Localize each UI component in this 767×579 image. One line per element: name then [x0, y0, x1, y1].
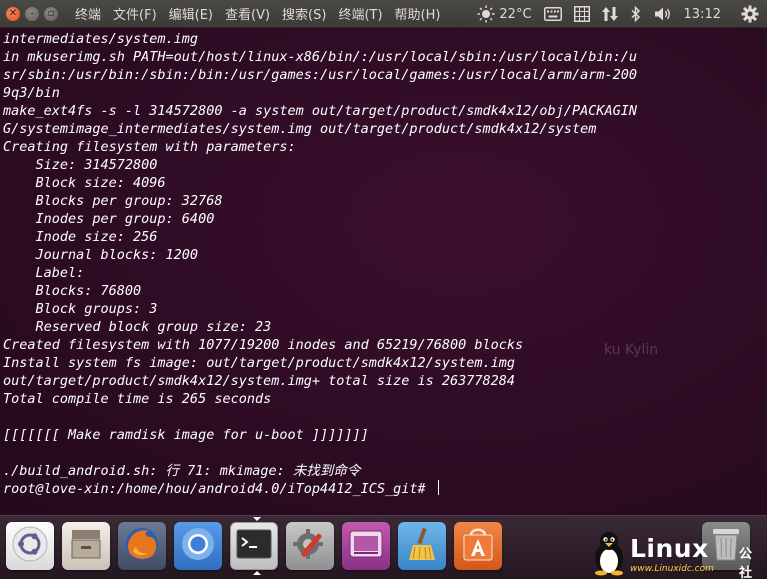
penguin-icon	[592, 530, 626, 579]
terminal-line: Journal blocks: 1200	[3, 247, 199, 263]
terminal-line: intermediates/system.img	[3, 31, 199, 47]
terminal-line: Block groups: 3	[3, 301, 158, 317]
indicator-area: 22°C 13:12	[477, 0, 767, 28]
logo-url: www.Linuxidc.com	[630, 564, 714, 574]
gear-icon	[741, 5, 759, 23]
network-indicator[interactable]	[601, 6, 618, 22]
bluetooth-icon	[630, 6, 642, 22]
terminal-line: Total compile time is 265 seconds	[3, 391, 272, 407]
terminal-line: Blocks: 76800	[3, 283, 142, 299]
logo-word: Linux	[630, 534, 709, 563]
grid-icon	[573, 6, 590, 22]
sun-icon	[477, 5, 495, 23]
terminal-line: Size: 314572800	[3, 157, 158, 173]
desktop-screen: ✕ – ▫ 终端 文件(F) 编辑(E) 查看(V) 搜索(S) 终端(T) 帮…	[0, 0, 767, 579]
background-watermark: ku Kylin	[604, 342, 659, 358]
menu-view[interactable]: 查看(V)	[225, 4, 270, 23]
logo-chinese: 公社	[739, 547, 753, 579]
terminal-line: G/systemimage_intermediates/system.img o…	[3, 121, 597, 137]
calendar-indicator[interactable]	[573, 6, 590, 22]
terminal-line: in mkuserimg.sh PATH=out/host/linux-x86/…	[3, 49, 637, 65]
files-icon	[68, 526, 104, 566]
terminal-window[interactable]: intermediates/system.img in mkuserimg.sh…	[0, 28, 767, 515]
settings-icon	[291, 525, 329, 567]
window-controls: ✕ – ▫	[6, 6, 63, 21]
sound-indicator[interactable]	[654, 6, 672, 22]
menu-search[interactable]: 搜索(S)	[282, 4, 326, 23]
terminal-line: Block size: 4096	[3, 175, 166, 191]
terminal-line: make_ext4fs -s -l 314572800 -a system ou…	[3, 103, 637, 119]
chromium-icon	[179, 525, 217, 567]
software-center-icon	[460, 525, 496, 567]
app-title-menu[interactable]: 终端	[75, 4, 101, 23]
keyboard-icon	[543, 7, 562, 21]
terminal-icon	[236, 529, 272, 563]
menu-help[interactable]: 帮助(H)	[395, 4, 441, 23]
menu-bar: 终端 文件(F) 编辑(E) 查看(V) 搜索(S) 终端(T) 帮助(H)	[75, 4, 452, 23]
terminal-line: Created filesystem with 1077/19200 inode…	[3, 337, 524, 353]
prompt-line[interactable]: root@love-xin:/home/hou/android4.0/iTop4…	[3, 480, 637, 498]
network-arrows-icon	[601, 6, 618, 22]
chromium-launcher[interactable]	[174, 522, 222, 570]
terminal-line: out/target/product/smdk4x12/system.img+ …	[3, 373, 516, 389]
terminal-line: Inode size: 256	[3, 229, 158, 245]
running-indicator	[253, 571, 261, 575]
terminal-line: Reserved block group size: 23	[3, 319, 272, 335]
terminal-line: Creating filesystem with parameters:	[3, 139, 296, 155]
speaker-icon	[654, 6, 672, 22]
terminal-line: Inodes per group: 6400	[3, 211, 215, 227]
shell-prompt: root@love-xin:/home/hou/android4.0/iTop4…	[3, 481, 434, 497]
terminal-line: Install system fs image: out/target/prod…	[3, 355, 516, 371]
menu-terminal[interactable]: 终端(T)	[338, 4, 382, 23]
terminal-launcher[interactable]	[230, 517, 278, 575]
menu-file[interactable]: 文件(F)	[113, 4, 157, 23]
terminal-line: Label:	[3, 265, 85, 281]
terminal-line: sr/sbin:/usr/bin:/sbin:/bin:/usr/games:/…	[3, 67, 637, 83]
terminal-line: 9q3/bin	[3, 85, 60, 101]
cleaner-launcher[interactable]	[398, 522, 446, 570]
terminal-line: ./build_android.sh: 行 71: mkimage: 未找到命令	[3, 463, 361, 479]
session-menu[interactable]	[741, 5, 759, 23]
weather-indicator[interactable]: 22°C	[477, 5, 532, 23]
keyboard-indicator[interactable]	[543, 7, 562, 21]
running-indicator	[253, 517, 261, 521]
top-panel: ✕ – ▫ 终端 文件(F) 编辑(E) 查看(V) 搜索(S) 终端(T) 帮…	[0, 0, 767, 28]
ubuntu-icon	[12, 526, 48, 566]
cleaner-icon	[403, 525, 441, 567]
text-cursor	[437, 480, 439, 495]
bluetooth-indicator[interactable]	[630, 6, 642, 22]
maximize-window-button[interactable]: ▫	[44, 6, 58, 21]
firefox-icon	[123, 525, 161, 567]
video-launcher[interactable]	[342, 522, 390, 570]
terminal-line: Blocks per group: 32768	[3, 193, 223, 209]
software-center-launcher[interactable]	[454, 522, 502, 570]
firefox-launcher[interactable]	[118, 522, 166, 570]
minimize-window-button[interactable]: –	[25, 6, 39, 21]
clock[interactable]: 13:12	[684, 7, 721, 22]
temperature-label: 22°C	[499, 6, 532, 22]
terminal-output: intermediates/system.img in mkuserimg.sh…	[3, 30, 637, 498]
linux-gongshe-logo: Linux 公社 www.Linuxidc.com	[592, 528, 764, 579]
system-settings-launcher[interactable]	[286, 522, 334, 570]
close-window-button[interactable]: ✕	[6, 6, 20, 21]
menu-edit[interactable]: 编辑(E)	[169, 4, 213, 23]
video-icon	[348, 528, 384, 564]
ubuntu-dash-button[interactable]	[6, 522, 54, 570]
terminal-line: [[[[[[[ Make ramdisk image for u-boot ]]…	[3, 427, 369, 443]
files-launcher[interactable]	[62, 522, 110, 570]
